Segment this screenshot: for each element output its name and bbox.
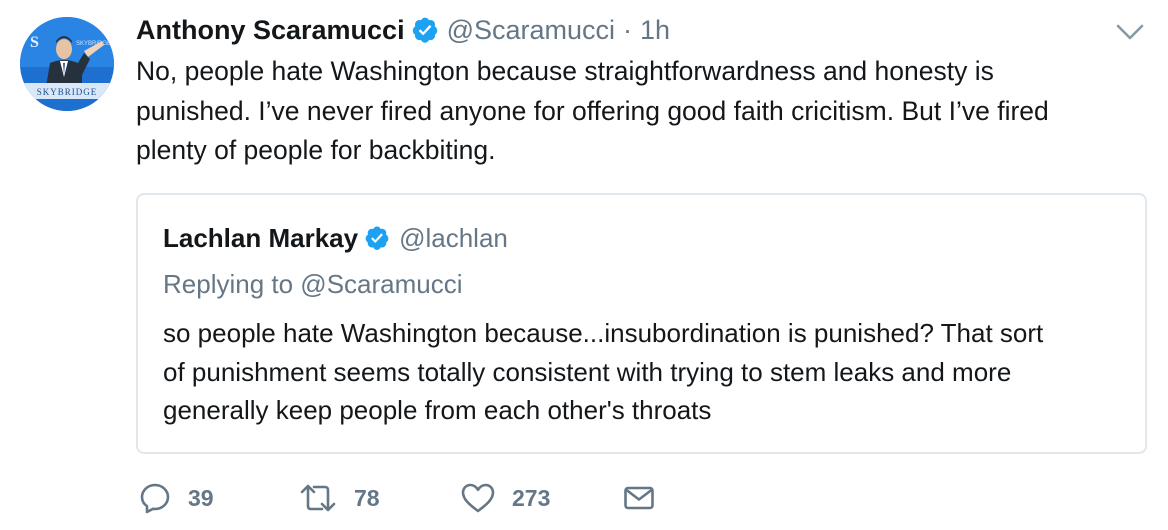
- avatar-image: S SKYBRIDGE SKYBRIDGE: [20, 17, 114, 111]
- chevron-down-icon: [1116, 24, 1144, 40]
- tweet-text: No, people hate Washington because strai…: [136, 56, 1049, 165]
- replying-to-label: Replying to @Scaramucci: [163, 269, 463, 299]
- like-button[interactable]: 273: [460, 478, 550, 518]
- envelope-icon: [624, 486, 654, 510]
- quoted-author-name: Lachlan Markay: [163, 222, 359, 253]
- header-separator: ·: [623, 14, 633, 45]
- retweet-icon: [300, 484, 336, 512]
- retweet-button[interactable]: 78: [298, 478, 380, 518]
- author-handle[interactable]: @Scaramucci: [447, 15, 615, 46]
- tweet-actions: 39 78 273: [138, 478, 678, 518]
- quoted-tweet-card[interactable]: Lachlan Markay @lachlan Replying to @Sca…: [136, 193, 1147, 454]
- reply-count: 39: [188, 484, 214, 511]
- verified-badge-icon: [412, 17, 437, 43]
- quoted-author-handle: @lachlan: [399, 222, 508, 253]
- heart-icon: [461, 483, 495, 513]
- author-avatar[interactable]: S SKYBRIDGE SKYBRIDGE: [20, 17, 114, 111]
- reply-icon: [140, 483, 170, 514]
- verified-badge-icon: [365, 226, 389, 250]
- tweet-timestamp[interactable]: 1h: [640, 15, 670, 46]
- retweet-count: 78: [354, 484, 380, 511]
- like-count: 273: [512, 484, 551, 511]
- more-options-button[interactable]: [1114, 18, 1146, 46]
- avatar-banner-text: SKYBRIDGE: [37, 87, 98, 97]
- tweet-header: Anthony Scaramucci @Scaramucci · 1h: [136, 12, 670, 48]
- quoted-tweet-header: Lachlan Markay @lachlan: [163, 220, 508, 256]
- svg-text:S: S: [30, 34, 39, 51]
- direct-message-button[interactable]: [622, 478, 656, 518]
- author-name[interactable]: Anthony Scaramucci: [136, 15, 405, 46]
- quoted-tweet-text: so people hate Washington because...insu…: [163, 318, 1044, 425]
- reply-button[interactable]: 39: [138, 478, 214, 518]
